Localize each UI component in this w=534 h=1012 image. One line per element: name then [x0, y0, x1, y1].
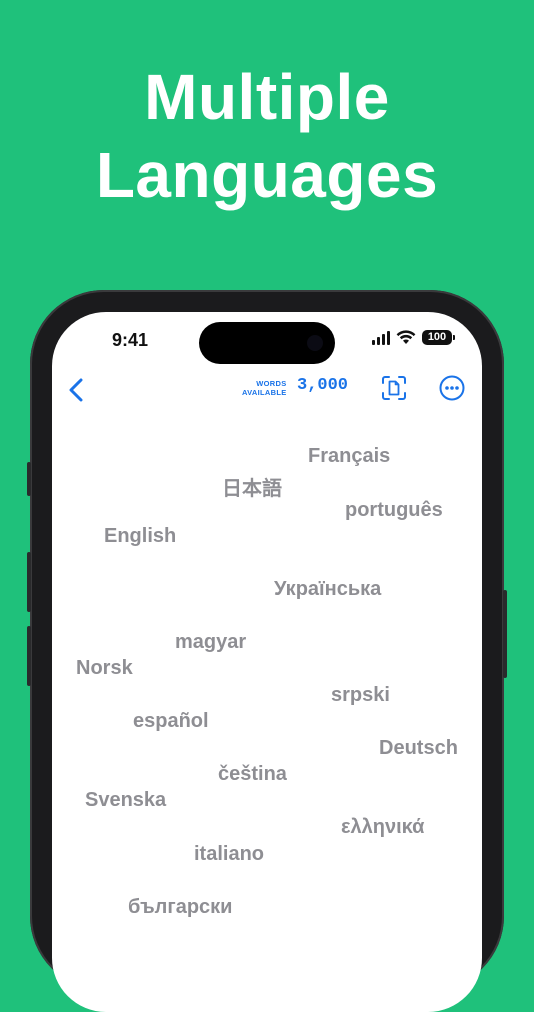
language-word-greek[interactable]: ελληνικά [341, 816, 424, 839]
phone-action-button [27, 462, 31, 496]
scan-document-icon[interactable] [380, 374, 408, 402]
headline-line-2: Languages [95, 139, 439, 211]
language-word-german[interactable]: Deutsch [379, 737, 458, 760]
language-word-bulgarian[interactable]: български [128, 896, 232, 919]
language-word-hungarian[interactable]: magyar [175, 631, 246, 654]
language-word-spanish[interactable]: español [133, 710, 209, 733]
language-word-italian[interactable]: italiano [194, 843, 264, 866]
language-word-ukrainian[interactable]: Українська [274, 578, 381, 601]
language-word-japanese[interactable]: 日本語 [222, 472, 282, 501]
more-options-icon[interactable] [438, 374, 466, 402]
dynamic-island [199, 322, 335, 364]
language-word-serbian[interactable]: srpski [331, 684, 390, 707]
camera-lens [307, 335, 323, 351]
language-word-norwegian[interactable]: Norsk [76, 657, 133, 680]
phone-volume-up-button [27, 552, 31, 612]
language-word-english[interactable]: English [104, 525, 176, 548]
words-available-label: WORDS AVAILABLE [242, 379, 287, 397]
phone-frame: 9:41 100 WORDS AVAILABLE 3,000 Français … [27, 290, 507, 1012]
status-time: 9:41 [112, 330, 149, 350]
phone-power-button [503, 590, 507, 678]
words-label-line-1: WORDS [256, 379, 287, 388]
wifi-icon [396, 330, 416, 344]
language-word-french[interactable]: Français [308, 445, 390, 468]
navigation-bar: WORDS AVAILABLE 3,000 [52, 370, 482, 414]
language-word-swedish[interactable]: Svenska [85, 789, 166, 812]
battery-icon: 100 [422, 330, 455, 345]
language-word-portuguese[interactable]: português [345, 499, 443, 522]
headline-line-1: Multiple [144, 61, 390, 133]
words-label-line-2: AVAILABLE [242, 388, 287, 397]
back-chevron-icon[interactable] [62, 374, 92, 406]
status-icons: 100 [372, 330, 455, 345]
words-available-count: 3,000 [297, 376, 349, 395]
phone-screen: 9:41 100 WORDS AVAILABLE 3,000 Français … [52, 312, 482, 1012]
language-word-czech[interactable]: čeština [218, 763, 287, 786]
phone-volume-down-button [27, 626, 31, 686]
cellular-signal-icon [372, 330, 390, 345]
headline: Multiple Languages [0, 58, 534, 214]
